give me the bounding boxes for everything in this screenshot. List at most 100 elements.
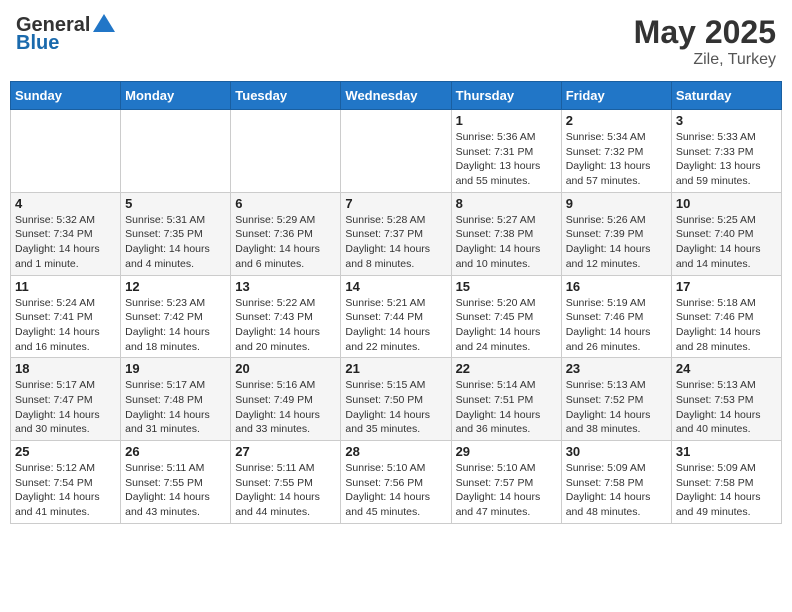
calendar-cell: 1 Sunrise: 5:36 AMSunset: 7:31 PMDaylight… — [451, 110, 561, 193]
calendar-cell — [341, 110, 451, 193]
day-number: 29 — [456, 444, 557, 459]
day-info: Sunrise: 5:36 AMSunset: 7:31 PMDaylight:… — [456, 130, 557, 189]
calendar-cell: 23 Sunrise: 5:13 AMSunset: 7:52 PMDayligh… — [561, 358, 671, 441]
day-info: Sunrise: 5:25 AMSunset: 7:40 PMDaylight:… — [676, 213, 777, 272]
calendar-cell: 13Sunrise: 5:22 AMSunset: 7:43 PMDayligh… — [231, 275, 341, 358]
header-friday: Friday — [561, 82, 671, 110]
day-number: 17 — [676, 279, 777, 294]
calendar-cell: 28Sunrise: 5:10 AMSunset: 7:56 PMDayligh… — [341, 441, 451, 524]
day-info: Sunrise: 5:09 AMSunset: 7:58 PMDaylight:… — [566, 461, 667, 520]
day-info: Sunrise: 5:11 AMSunset: 7:55 PMDaylight:… — [235, 461, 336, 520]
day-number: 1 — [456, 113, 557, 128]
calendar-cell: 9 Sunrise: 5:26 AMSunset: 7:39 PMDaylight… — [561, 192, 671, 275]
logo: General Blue — [16, 14, 115, 54]
calendar-table: SundayMondayTuesdayWednesdayThursdayFrid… — [10, 81, 782, 524]
day-number: 30 — [566, 444, 667, 459]
day-info: Sunrise: 5:31 AMSunset: 7:35 PMDaylight:… — [125, 213, 226, 272]
calendar-cell: 7 Sunrise: 5:28 AMSunset: 7:37 PMDaylight… — [341, 192, 451, 275]
day-number: 4 — [15, 196, 116, 211]
day-number: 3 — [676, 113, 777, 128]
calendar-cell: 30 Sunrise: 5:09 AMSunset: 7:58 PMDayligh… — [561, 441, 671, 524]
calendar-cell: 27 Sunrise: 5:11 AMSunset: 7:55 PMDayligh… — [231, 441, 341, 524]
calendar-cell: 11 Sunrise: 5:24 AMSunset: 7:41 PMDayligh… — [11, 275, 121, 358]
calendar-cell: 19Sunrise: 5:17 AMSunset: 7:48 PMDayligh… — [121, 358, 231, 441]
day-number: 18 — [15, 361, 116, 376]
calendar-week-row: 4 Sunrise: 5:32 AMSunset: 7:34 PMDaylight… — [11, 192, 782, 275]
day-info: Sunrise: 5:33 AMSunset: 7:33 PMDaylight:… — [676, 130, 777, 189]
calendar-cell: 18Sunrise: 5:17 AMSunset: 7:47 PMDayligh… — [11, 358, 121, 441]
calendar-week-row: 18Sunrise: 5:17 AMSunset: 7:47 PMDayligh… — [11, 358, 782, 441]
day-number: 7 — [345, 196, 446, 211]
day-number: 5 — [125, 196, 226, 211]
calendar-week-row: 25 Sunrise: 5:12 AMSunset: 7:54 PMDayligh… — [11, 441, 782, 524]
calendar-header-row: SundayMondayTuesdayWednesdayThursdayFrid… — [11, 82, 782, 110]
day-info: Sunrise: 5:28 AMSunset: 7:37 PMDaylight:… — [345, 213, 446, 272]
day-number: 19 — [125, 361, 226, 376]
day-number: 11 — [15, 279, 116, 294]
day-info: Sunrise: 5:20 AMSunset: 7:45 PMDaylight:… — [456, 296, 557, 355]
day-info: Sunrise: 5:12 AMSunset: 7:54 PMDaylight:… — [15, 461, 116, 520]
day-info: Sunrise: 5:14 AMSunset: 7:51 PMDaylight:… — [456, 378, 557, 437]
day-number: 10 — [676, 196, 777, 211]
calendar-cell: 16 Sunrise: 5:19 AMSunset: 7:46 PMDayligh… — [561, 275, 671, 358]
calendar-cell: 31Sunrise: 5:09 AMSunset: 7:58 PMDayligh… — [671, 441, 781, 524]
calendar-cell: 21Sunrise: 5:15 AMSunset: 7:50 PMDayligh… — [341, 358, 451, 441]
day-info: Sunrise: 5:27 AMSunset: 7:38 PMDaylight:… — [456, 213, 557, 272]
day-info: Sunrise: 5:32 AMSunset: 7:34 PMDaylight:… — [15, 213, 116, 272]
calendar-cell: 8 Sunrise: 5:27 AMSunset: 7:38 PMDaylight… — [451, 192, 561, 275]
calendar-cell: 14Sunrise: 5:21 AMSunset: 7:44 PMDayligh… — [341, 275, 451, 358]
header-thursday: Thursday — [451, 82, 561, 110]
calendar-cell: 3 Sunrise: 5:33 AMSunset: 7:33 PMDaylight… — [671, 110, 781, 193]
day-info: Sunrise: 5:24 AMSunset: 7:41 PMDaylight:… — [15, 296, 116, 355]
header: General Blue May 2025 Zile, Turkey — [10, 10, 782, 73]
day-info: Sunrise: 5:18 AMSunset: 7:46 PMDaylight:… — [676, 296, 777, 355]
day-info: Sunrise: 5:13 AMSunset: 7:53 PMDaylight:… — [676, 378, 777, 437]
header-monday: Monday — [121, 82, 231, 110]
day-number: 22 — [456, 361, 557, 376]
day-info: Sunrise: 5:34 AMSunset: 7:32 PMDaylight:… — [566, 130, 667, 189]
day-number: 21 — [345, 361, 446, 376]
calendar-cell: 2 Sunrise: 5:34 AMSunset: 7:32 PMDaylight… — [561, 110, 671, 193]
month-title: May 2025 — [634, 14, 776, 51]
calendar-cell — [11, 110, 121, 193]
calendar-cell: 12 Sunrise: 5:23 AMSunset: 7:42 PMDayligh… — [121, 275, 231, 358]
calendar-cell: 20 Sunrise: 5:16 AMSunset: 7:49 PMDayligh… — [231, 358, 341, 441]
day-number: 23 — [566, 361, 667, 376]
day-number: 20 — [235, 361, 336, 376]
calendar-cell: 15Sunrise: 5:20 AMSunset: 7:45 PMDayligh… — [451, 275, 561, 358]
header-saturday: Saturday — [671, 82, 781, 110]
day-info: Sunrise: 5:26 AMSunset: 7:39 PMDaylight:… — [566, 213, 667, 272]
calendar-cell: 25 Sunrise: 5:12 AMSunset: 7:54 PMDayligh… — [11, 441, 121, 524]
calendar-cell — [231, 110, 341, 193]
day-info: Sunrise: 5:10 AMSunset: 7:57 PMDaylight:… — [456, 461, 557, 520]
calendar-cell: 5 Sunrise: 5:31 AMSunset: 7:35 PMDaylight… — [121, 192, 231, 275]
logo-blue: Blue — [16, 32, 59, 54]
day-number: 14 — [345, 279, 446, 294]
logo-triangle-icon — [93, 12, 115, 34]
day-number: 25 — [15, 444, 116, 459]
calendar-cell: 29 Sunrise: 5:10 AMSunset: 7:57 PMDayligh… — [451, 441, 561, 524]
day-number: 9 — [566, 196, 667, 211]
day-number: 24 — [676, 361, 777, 376]
day-number: 8 — [456, 196, 557, 211]
day-info: Sunrise: 5:13 AMSunset: 7:52 PMDaylight:… — [566, 378, 667, 437]
day-info: Sunrise: 5:11 AMSunset: 7:55 PMDaylight:… — [125, 461, 226, 520]
day-number: 26 — [125, 444, 226, 459]
calendar-cell: 24 Sunrise: 5:13 AMSunset: 7:53 PMDayligh… — [671, 358, 781, 441]
day-number: 2 — [566, 113, 667, 128]
day-number: 16 — [566, 279, 667, 294]
day-info: Sunrise: 5:16 AMSunset: 7:49 PMDaylight:… — [235, 378, 336, 437]
day-info: Sunrise: 5:22 AMSunset: 7:43 PMDaylight:… — [235, 296, 336, 355]
day-info: Sunrise: 5:29 AMSunset: 7:36 PMDaylight:… — [235, 213, 336, 272]
calendar-cell: 4 Sunrise: 5:32 AMSunset: 7:34 PMDaylight… — [11, 192, 121, 275]
day-number: 27 — [235, 444, 336, 459]
day-number: 6 — [235, 196, 336, 211]
day-number: 12 — [125, 279, 226, 294]
calendar-week-row: 11 Sunrise: 5:24 AMSunset: 7:41 PMDayligh… — [11, 275, 782, 358]
day-info: Sunrise: 5:23 AMSunset: 7:42 PMDaylight:… — [125, 296, 226, 355]
calendar-cell: 26 Sunrise: 5:11 AMSunset: 7:55 PMDayligh… — [121, 441, 231, 524]
calendar-week-row: 1 Sunrise: 5:36 AMSunset: 7:31 PMDaylight… — [11, 110, 782, 193]
day-info: Sunrise: 5:19 AMSunset: 7:46 PMDaylight:… — [566, 296, 667, 355]
day-number: 31 — [676, 444, 777, 459]
calendar-cell: 10 Sunrise: 5:25 AMSunset: 7:40 PMDayligh… — [671, 192, 781, 275]
